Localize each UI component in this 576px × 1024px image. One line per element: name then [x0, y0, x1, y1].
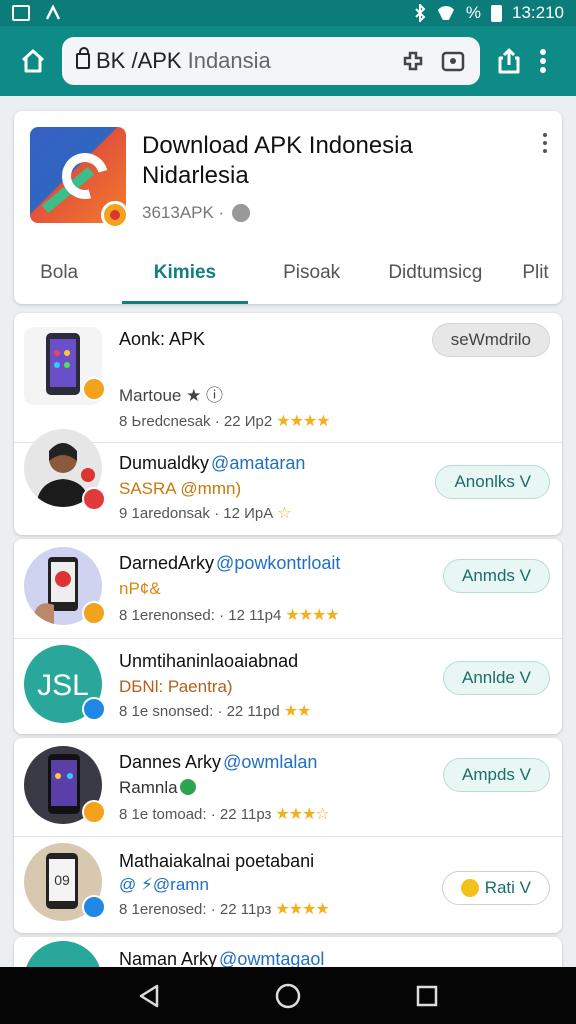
rating-stars: ★★★☆	[275, 806, 329, 823]
row-meta: 9 1aredonsak · 12 ИрА ☆	[119, 505, 292, 522]
list-item[interactable]: Aonk: APK Martoue ★ ⓘ 8 Ьredcnesak · 22 …	[14, 313, 562, 442]
home-icon	[21, 49, 45, 73]
list-item[interactable]: Dannes Arky @owmlalan Ramnla 8 1e tomoad:…	[14, 738, 562, 836]
rating-stars: ★★★★	[285, 607, 339, 624]
row-meta: 8 1e tomoad: · 22 11рз ★★★☆	[119, 806, 330, 823]
svg-text:JSL: JSL	[37, 669, 89, 702]
row-title: Dannes Arky @owmlalan	[119, 752, 318, 772]
system-nav-bar	[0, 967, 576, 1024]
row-title: Mathaiakalnai poetabani	[119, 851, 315, 871]
app-list-group: Dannes Arky @owmlalan Ramnla 8 1e tomoad:…	[14, 738, 562, 933]
rating-stars: ★★★★	[276, 413, 330, 430]
row-title: Dumualdky @amatarаn	[119, 453, 306, 473]
home-button[interactable]	[16, 44, 50, 78]
app-badge-icon	[101, 201, 129, 229]
row-subtitle: Ramnla	[119, 778, 196, 798]
more-vert-icon	[540, 49, 546, 73]
rating-stars: ☆	[277, 505, 291, 522]
row-meta: 8 1e snonsed: · 22 11рd ★★	[119, 703, 312, 720]
install-button[interactable]: Annlde V	[443, 661, 550, 695]
recents-icon[interactable]	[415, 984, 439, 1008]
app-meta: 3613APK ·	[142, 203, 251, 223]
tab-bar: Bola Kimies Pisoak Didtumsicg Plit	[14, 242, 562, 304]
lock-icon	[76, 47, 90, 69]
verified-icon	[179, 779, 196, 795]
home-circle-icon[interactable]	[274, 982, 302, 1010]
row-subtitle: SASRA @mmn)	[119, 479, 242, 498]
battery-label: %	[465, 3, 481, 22]
back-icon[interactable]	[137, 983, 161, 1009]
notification-icon	[12, 5, 30, 21]
row-title: Aonk: APK	[119, 329, 206, 349]
install-button[interactable]: sеWmdrilo	[431, 323, 550, 357]
list-item[interactable]: DarnedArky @powkontrloait nP¢& 8 1erenons…	[14, 539, 562, 638]
list-item[interactable]: 09 Mathaiakalnai poetabani @ ⚡@ramn 8 1e…	[14, 836, 562, 933]
row-title: Unmtihaninlaoaiabnad	[119, 651, 299, 671]
extension-icon[interactable]	[400, 48, 426, 74]
battery-icon	[491, 4, 502, 22]
row-title: DarnedArky @powkontrloait	[119, 553, 341, 573]
url-path: Indansia	[187, 48, 271, 73]
emoji-icon	[460, 879, 479, 897]
tab-bola[interactable]: Bola	[14, 242, 104, 304]
install-button[interactable]: Anonlks V	[435, 465, 550, 499]
app-more-button[interactable]	[540, 133, 550, 153]
tab-pisoak[interactable]: Pisoak	[258, 242, 366, 304]
badge-icon	[82, 895, 106, 919]
app-title: Download APK Indonesia Nidarlesia	[142, 132, 413, 189]
app-list-group: Aonk: APK Martoue ★ ⓘ 8 Ьredcnesak · 22 …	[14, 313, 562, 535]
install-button[interactable]: Ampds V	[443, 758, 550, 792]
status-bar: % 13:210	[0, 0, 576, 26]
row-meta: 8 1erenonsed: · 12 11р4 ★★★★	[119, 607, 340, 624]
list-item[interactable]: JSL Unmtihaninlaoaiabnad DБNl: Раеntra) …	[14, 638, 562, 734]
row-handle: @owmlalan	[223, 752, 318, 772]
tab-kimies[interactable]: Kimies	[122, 242, 248, 304]
list-item[interactable]: Dumualdky @amatarаn SASRA @mmn) 9 1aredon…	[14, 429, 562, 535]
row-handle: @owmtagaol	[219, 949, 325, 969]
bluetooth-icon	[415, 4, 426, 22]
badge-icon	[82, 800, 106, 824]
row-subtitle: @ ⚡@ramn	[119, 875, 209, 894]
app-list-group: DarnedArky @powkontrloait nP¢& 8 1erenons…	[14, 539, 562, 734]
menu-button[interactable]	[526, 44, 560, 78]
badge-icon	[82, 601, 106, 625]
tab-plit[interactable]: Plit	[509, 242, 562, 304]
browser-toolbar: BK /APK Indansia	[0, 26, 576, 96]
row-handle: @amatarаn	[211, 453, 306, 473]
url-host: BK /APK	[96, 48, 182, 73]
camera-icon[interactable]	[440, 48, 466, 74]
badge-icon	[82, 377, 106, 401]
rating-stars: ★★	[283, 703, 312, 720]
clock: 13:210	[512, 3, 564, 22]
signal-icon	[45, 4, 61, 20]
svg-text:09: 09	[54, 872, 70, 888]
row-meta: 8 1erenosed: · 22 11рз ★★★★	[119, 901, 330, 918]
address-bar[interactable]: BK /APK Indansia	[62, 37, 480, 85]
row-subtitle: DБNl: Раеntra)	[119, 677, 233, 696]
info-icon	[232, 204, 251, 222]
row-meta: 8 Ьredcnesak · 22 Ир2 ★★★★	[119, 413, 331, 430]
row-subtitle: nP¢&	[119, 579, 161, 598]
rating-stars: ★★★★	[275, 901, 329, 918]
badge-icon	[82, 697, 106, 721]
app-meta-text: 3613APK ·	[142, 203, 225, 222]
badge-icon	[82, 487, 106, 511]
share-button[interactable]	[492, 44, 526, 78]
wifi-icon	[436, 6, 456, 20]
install-button[interactable]: Anmds V	[443, 559, 550, 593]
share-icon	[498, 48, 520, 74]
tab-didtumsicg[interactable]: Didtumsicg	[372, 242, 499, 304]
row-handle: @powkontrloait	[216, 553, 341, 573]
row-subtitle: Martoue ★ ⓘ	[119, 386, 224, 405]
rate-button[interactable]: Rati V	[441, 871, 550, 905]
app-header-card: Download APK Indonesia Nidarlesia 3613AP…	[14, 111, 562, 304]
